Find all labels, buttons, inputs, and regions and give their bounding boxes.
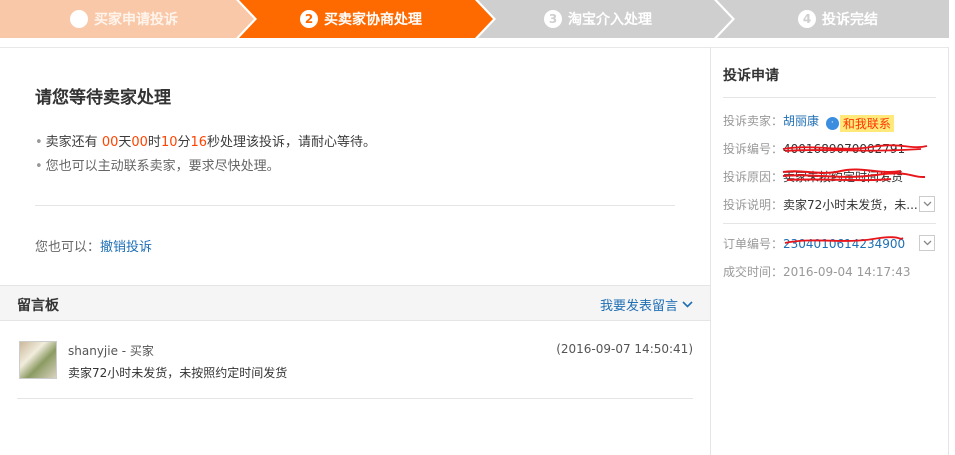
step-3: 3 淘宝介入处理 <box>544 0 652 38</box>
seller-label: 投诉卖家： <box>723 114 784 128</box>
step-4-number: 4 <box>798 10 816 28</box>
chevron-down-icon <box>923 201 931 207</box>
complaint-reason-row: 投诉原因：卖家未按约定时间发货 <box>723 168 903 185</box>
countdown-seconds-unit: 秒处理该投诉，请耐心等待。 <box>207 135 377 150</box>
complaint-number-value: 4001689070002791 <box>783 142 906 156</box>
message-text: 卖家72小时未发货，未按照约定时间发货 <box>68 366 288 380</box>
message-time: (2016-09-07 14:50:41) <box>556 342 693 356</box>
check-icon <box>70 0 88 28</box>
step-2: 2 买卖家协商处理 <box>300 0 422 38</box>
chevron-down-icon <box>923 240 931 246</box>
chevron-down-icon <box>682 301 693 308</box>
step-1: 买家申请投诉 <box>70 0 178 38</box>
seller-name-link[interactable]: 胡丽康 <box>783 114 819 128</box>
post-message-label: 我要发表留言 <box>599 299 678 314</box>
message-user: shanyjie - 买家 <box>68 344 154 358</box>
deal-time-label: 成交时间： <box>723 265 784 279</box>
bullet-dot: • <box>35 159 43 174</box>
contact-label: 和我联系 <box>839 114 894 132</box>
countdown-seconds: 16 <box>190 135 208 150</box>
order-number-label: 订单编号： <box>723 237 784 251</box>
deal-time-value: 2016-09-04 14:17:43 <box>783 265 911 279</box>
message-board-header: 留言板 我要发表留言 <box>0 285 710 321</box>
hint-text: 您也可以主动联系卖家，要求尽快处理。 <box>45 159 280 174</box>
seller-row: 投诉卖家：胡丽康 · 和我联系 <box>723 112 894 132</box>
complaint-number-row: 投诉编号：4001689070002791 <box>723 140 905 157</box>
side-title: 投诉申请 <box>723 68 779 84</box>
divider <box>723 223 936 224</box>
complaint-desc-value: 卖家72小时未发货，未... <box>783 198 918 212</box>
expand-order-button[interactable] <box>919 235 935 251</box>
message-item: shanyjie - 买家 (2016-09-07 14:50:41) 卖家72… <box>17 335 693 399</box>
post-message-link[interactable]: 我要发表留言 <box>600 295 693 314</box>
countdown-minutes-unit: 分 <box>177 135 191 150</box>
step-3-number: 3 <box>544 10 562 28</box>
countdown-hours: 00 <box>131 135 148 150</box>
order-number-link[interactable]: 2304010614234900 <box>783 237 905 251</box>
countdown-prefix: 卖家还有 <box>45 135 102 150</box>
progress-steps: 买家申请投诉 2 买卖家协商处理 3 淘宝介入处理 4 投诉完结 <box>0 0 949 38</box>
deal-time-row: 成交时间：2016-09-04 14:17:43 <box>723 263 910 280</box>
countdown-hours-unit: 时 <box>147 135 161 150</box>
complaint-reason-label: 投诉原因： <box>723 170 784 184</box>
complaint-desc-row: 投诉说明：卖家72小时未发货，未... <box>723 196 918 213</box>
cancel-complaint-link[interactable]: 撤销投诉 <box>100 240 152 255</box>
also-label: 您也可以： <box>35 240 101 255</box>
complaint-info-panel: 投诉申请 投诉卖家：胡丽康 · 和我联系 投诉编号：400168907000279… <box>710 47 949 455</box>
main-panel: 请您等待卖家处理 • 卖家还有 00天00时10分16秒处理该投诉，请耐心等待。 … <box>0 47 710 455</box>
divider <box>723 97 936 98</box>
chat-bubble-icon: · <box>825 116 839 130</box>
complaint-number-label: 投诉编号： <box>723 142 784 156</box>
contact-seller-button[interactable]: · 和我联系 <box>825 114 894 132</box>
avatar <box>19 341 57 379</box>
bullet-dot: • <box>35 135 43 150</box>
countdown-days: 00 <box>101 135 119 150</box>
complaint-reason-value: 卖家未按约定时间发货 <box>783 170 904 184</box>
countdown-line: • 卖家还有 00天00时10分16秒处理该投诉，请耐心等待。 <box>35 131 376 150</box>
complaint-desc-label: 投诉说明： <box>723 198 784 212</box>
divider <box>35 205 675 206</box>
step-4: 4 投诉完结 <box>798 0 878 38</box>
page-title: 请您等待卖家处理 <box>35 88 171 108</box>
step-3-label: 淘宝介入处理 <box>568 12 652 28</box>
step-4-label: 投诉完结 <box>822 12 878 28</box>
expand-description-button[interactable] <box>919 196 935 212</box>
step-1-label: 买家申请投诉 <box>94 12 178 28</box>
step-2-number: 2 <box>300 10 318 28</box>
order-number-row: 订单编号：2304010614234900 <box>723 235 905 252</box>
alternative-actions: 您也可以：撤销投诉 <box>35 236 152 255</box>
message-board-title: 留言板 <box>17 298 59 314</box>
countdown-minutes: 10 <box>160 135 178 150</box>
hint-line: • 您也可以主动联系卖家，要求尽快处理。 <box>35 155 280 174</box>
step-2-label: 买卖家协商处理 <box>324 12 422 28</box>
countdown-days-unit: 天 <box>118 135 132 150</box>
